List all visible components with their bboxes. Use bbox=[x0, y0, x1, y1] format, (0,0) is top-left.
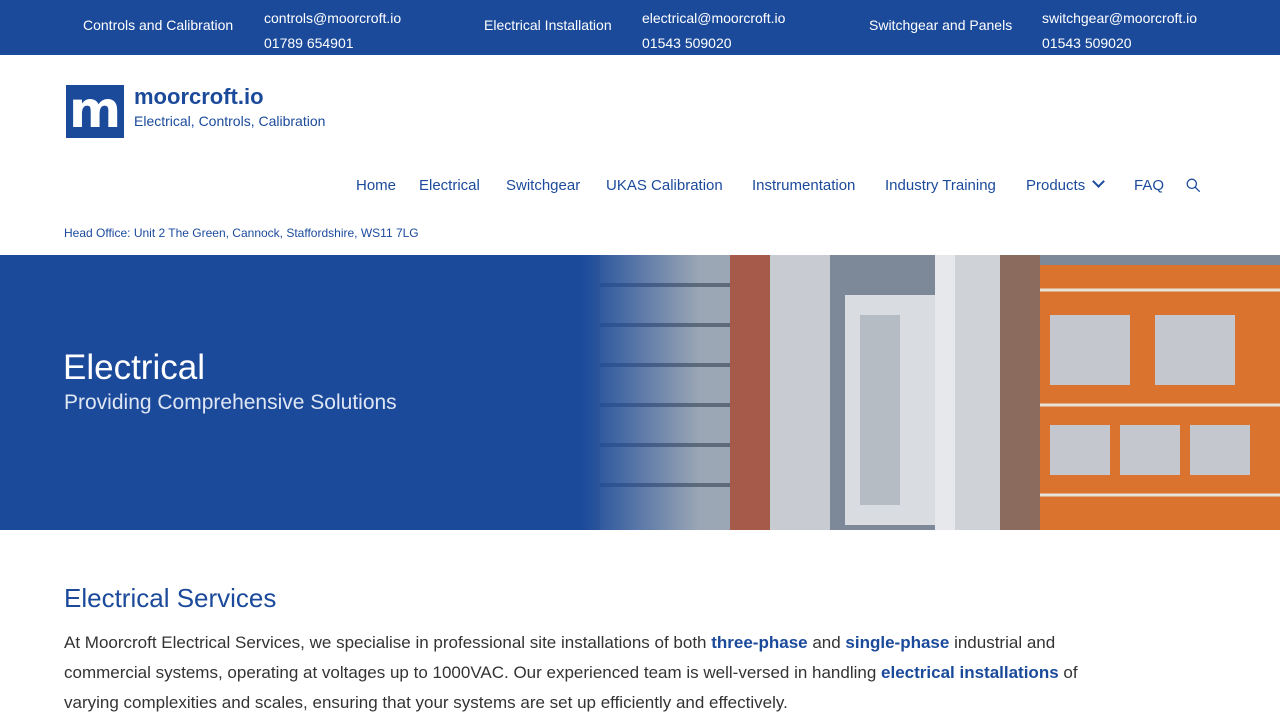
topbar-email-controls[interactable]: controls@moorcroft.io bbox=[264, 6, 401, 31]
topbar-phone-electrical[interactable]: 01543 509020 bbox=[642, 31, 785, 56]
topbar-label-switchgear: Switchgear and Panels bbox=[869, 17, 1013, 33]
electrical-installations-link[interactable]: electrical installations bbox=[881, 663, 1059, 682]
hero-fade-overlay bbox=[580, 255, 700, 530]
nav-item-products[interactable]: Products bbox=[1026, 175, 1106, 194]
topbar-contact-electrical: electrical@moorcroft.io 01543 509020 bbox=[642, 6, 785, 56]
hero-subtitle: Providing Comprehensive Solutions bbox=[64, 391, 397, 414]
topbar-contact-switchgear: switchgear@moorcroft.io 01543 509020 bbox=[1042, 6, 1197, 56]
nav-item-products-label: Products bbox=[1026, 177, 1086, 194]
nav-item-industry-training[interactable]: Industry Training bbox=[885, 177, 996, 194]
topbar-contact-controls: controls@moorcroft.io 01789 654901 bbox=[264, 6, 401, 56]
logo-mark: m bbox=[66, 85, 124, 138]
site-header: m moorcroft.io Electrical, Controls, Cal… bbox=[0, 55, 1280, 255]
topbar-email-electrical[interactable]: electrical@moorcroft.io bbox=[642, 6, 785, 31]
chevron-down-icon bbox=[1092, 175, 1106, 188]
topbar-phone-switchgear[interactable]: 01543 509020 bbox=[1042, 31, 1197, 56]
site-logo[interactable]: m moorcroft.io Electrical, Controls, Cal… bbox=[66, 85, 325, 138]
nav-item-faq[interactable]: FAQ bbox=[1134, 177, 1164, 194]
logo-name: moorcroft.io bbox=[134, 84, 264, 109]
nav-item-ukas-calibration[interactable]: UKAS Calibration bbox=[606, 177, 723, 194]
section-heading: Electrical Services bbox=[64, 583, 277, 613]
topbar-label-electrical: Electrical Installation bbox=[484, 17, 612, 33]
intro-paragraph: At Moorcroft Electrical Services, we spe… bbox=[64, 628, 1084, 718]
search-icon[interactable] bbox=[1186, 178, 1200, 192]
main-content: Electrical Services At Moorcroft Electri… bbox=[64, 583, 1084, 718]
three-phase-link[interactable]: three-phase bbox=[711, 633, 807, 652]
nav-item-electrical[interactable]: Electrical bbox=[419, 177, 480, 194]
nav-item-switchgear[interactable]: Switchgear bbox=[506, 177, 580, 194]
logo-text: moorcroft.io Electrical, Controls, Calib… bbox=[134, 84, 326, 130]
hero-banner: Electrical Providing Comprehensive Solut… bbox=[0, 255, 1280, 530]
nav-item-instrumentation[interactable]: Instrumentation bbox=[752, 177, 855, 194]
single-phase-link[interactable]: single-phase bbox=[845, 633, 949, 652]
paragraph-text: At Moorcroft Electrical Services, we spe… bbox=[64, 633, 712, 652]
nav-item-home[interactable]: Home bbox=[356, 177, 396, 194]
topbar-email-switchgear[interactable]: switchgear@moorcroft.io bbox=[1042, 6, 1197, 31]
topbar-phone-controls[interactable]: 01789 654901 bbox=[264, 31, 401, 56]
hero-title: Electrical bbox=[63, 348, 205, 387]
top-contact-bar: Controls and Calibration controls@moorcr… bbox=[0, 0, 1280, 55]
logo-tagline: Electrical, Controls, Calibration bbox=[134, 113, 326, 129]
head-office-address: Head Office: Unit 2 The Green, Cannock, … bbox=[64, 226, 419, 240]
paragraph-text: and bbox=[807, 633, 846, 652]
topbar-label-controls: Controls and Calibration bbox=[83, 17, 234, 33]
main-nav: Home Electrical Switchgear UKAS Calibrat… bbox=[0, 175, 1280, 197]
